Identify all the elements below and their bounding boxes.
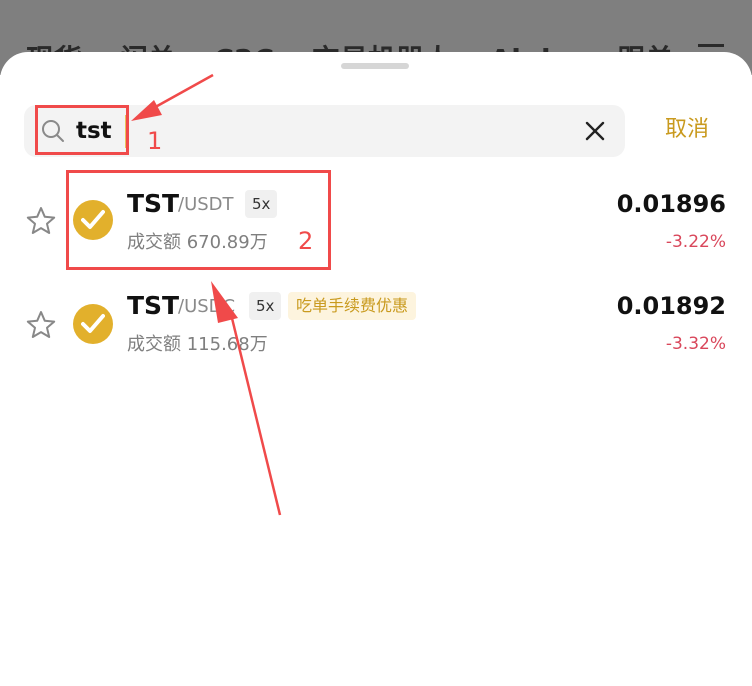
annotation-arrowhead	[211, 281, 238, 323]
annotation-arrowhead	[131, 100, 162, 121]
annotation-arrows	[131, 73, 282, 516]
annotation-arrow-line	[149, 73, 214, 112]
annotation-arrow-line	[228, 309, 282, 516]
